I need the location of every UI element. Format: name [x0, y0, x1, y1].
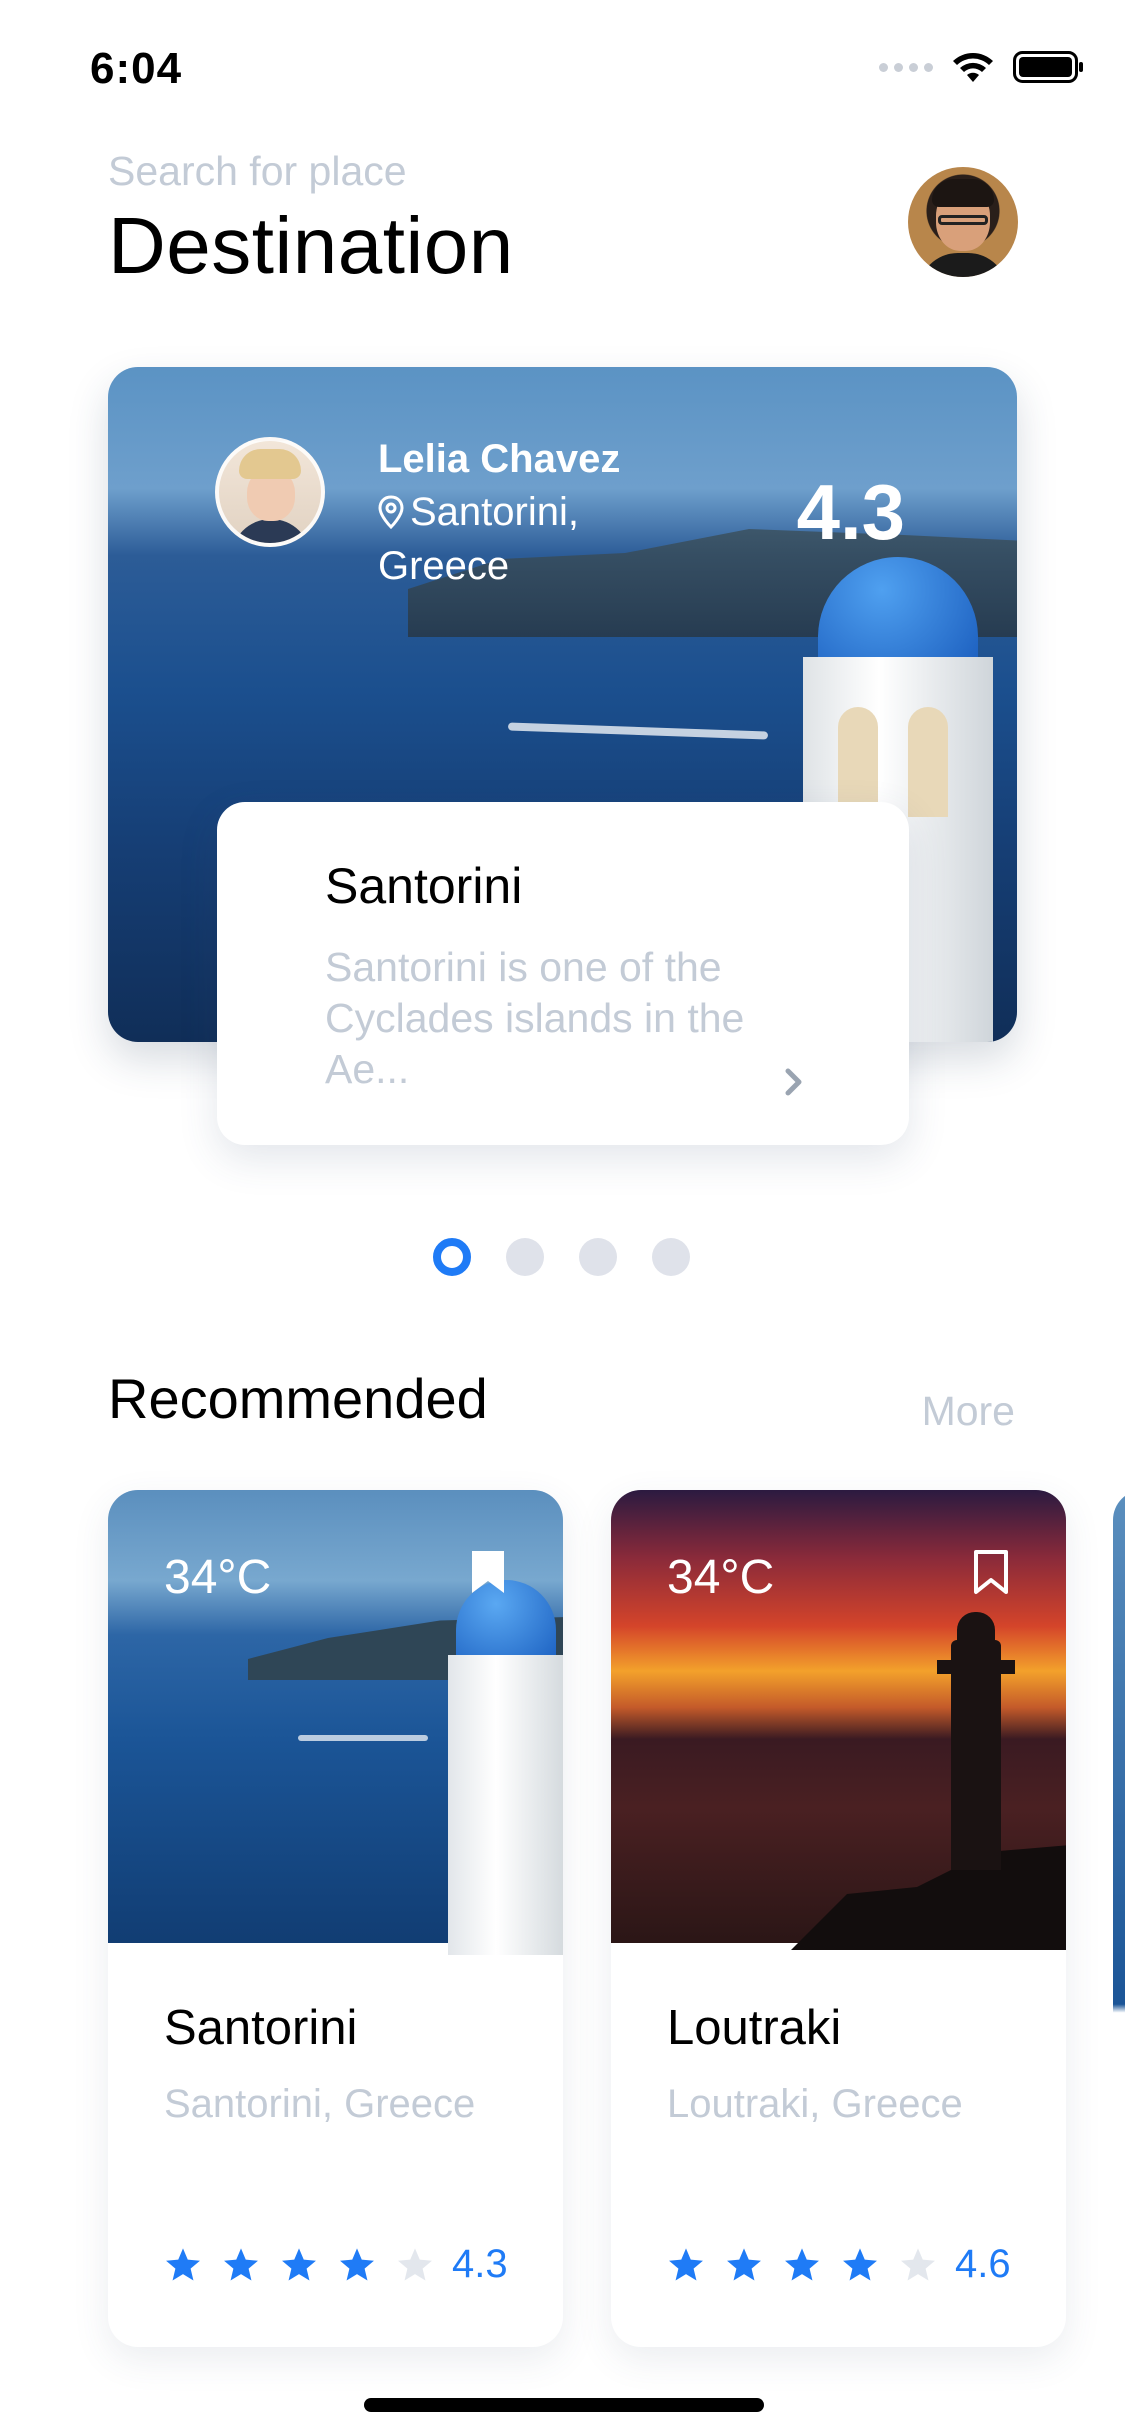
star-icon [727, 2247, 761, 2281]
search-input[interactable]: Search for place [108, 148, 407, 195]
page-dot-4[interactable] [652, 1238, 690, 1276]
star-icon [340, 2247, 374, 2281]
carousel-pagination [433, 1238, 690, 1276]
featured-title: Santorini [325, 858, 523, 914]
page-title: Destination [108, 201, 514, 290]
destination-location: Loutraki, Greece [667, 2082, 963, 2126]
recommended-card[interactable]: 34°C Santorini Santorini, Greece 4.3 [108, 1490, 563, 2347]
star-icon [785, 2247, 819, 2281]
featured-info-card[interactable]: Santorini Santorini is one of the Cyclad… [217, 802, 909, 1145]
featured-location: Santorini, Greece [378, 487, 638, 591]
page-dot-3[interactable] [579, 1238, 617, 1276]
featured-location-text: Santorini, Greece [378, 490, 579, 588]
signal-icon [879, 62, 933, 72]
section-heading: Recommended [108, 1367, 488, 1430]
wifi-icon [951, 50, 995, 84]
destination-name: Santorini [164, 2001, 358, 2055]
rating-score: 4.6 [955, 2242, 1011, 2286]
status-icons [879, 50, 1085, 84]
featured-rating: 4.3 [796, 468, 905, 556]
destination-name: Loutraki [667, 2001, 842, 2055]
star-icon [166, 2247, 200, 2281]
profile-avatar[interactable] [908, 167, 1018, 277]
bookmark-icon[interactable] [971, 1548, 1011, 1601]
author-name: Lelia Chavez [378, 437, 621, 481]
status-time: 6:04 [90, 44, 183, 93]
star-icon [224, 2247, 258, 2281]
battery-icon [1013, 50, 1085, 84]
temperature: 34°C [667, 1551, 775, 1604]
bookmark-icon[interactable] [468, 1548, 508, 1601]
star-icon [398, 2247, 432, 2281]
star-rating: 4.6 [667, 2242, 1011, 2287]
star-icon [669, 2247, 703, 2281]
temperature: 34°C [164, 1551, 272, 1604]
star-icon [282, 2247, 316, 2281]
author-avatar[interactable] [215, 437, 325, 547]
page-dot-1[interactable] [433, 1238, 471, 1276]
destination-location: Santorini, Greece [164, 2082, 476, 2126]
recommended-card[interactable]: 34°C Loutraki Loutraki, Greece 4.6 [611, 1490, 1066, 2347]
recommended-card-peek[interactable] [1113, 1490, 1125, 2347]
featured-description: Santorini is one of the Cyclades islands… [325, 944, 745, 1092]
home-indicator[interactable] [364, 2398, 764, 2412]
page-dot-2[interactable] [506, 1238, 544, 1276]
more-link[interactable]: More [922, 1388, 1015, 1435]
location-pin-icon [378, 491, 404, 541]
star-icon [901, 2247, 935, 2281]
star-rating: 4.3 [164, 2242, 508, 2287]
chevron-right-icon[interactable] [783, 1062, 805, 1107]
rating-score: 4.3 [452, 2242, 508, 2286]
star-icon [843, 2247, 877, 2281]
